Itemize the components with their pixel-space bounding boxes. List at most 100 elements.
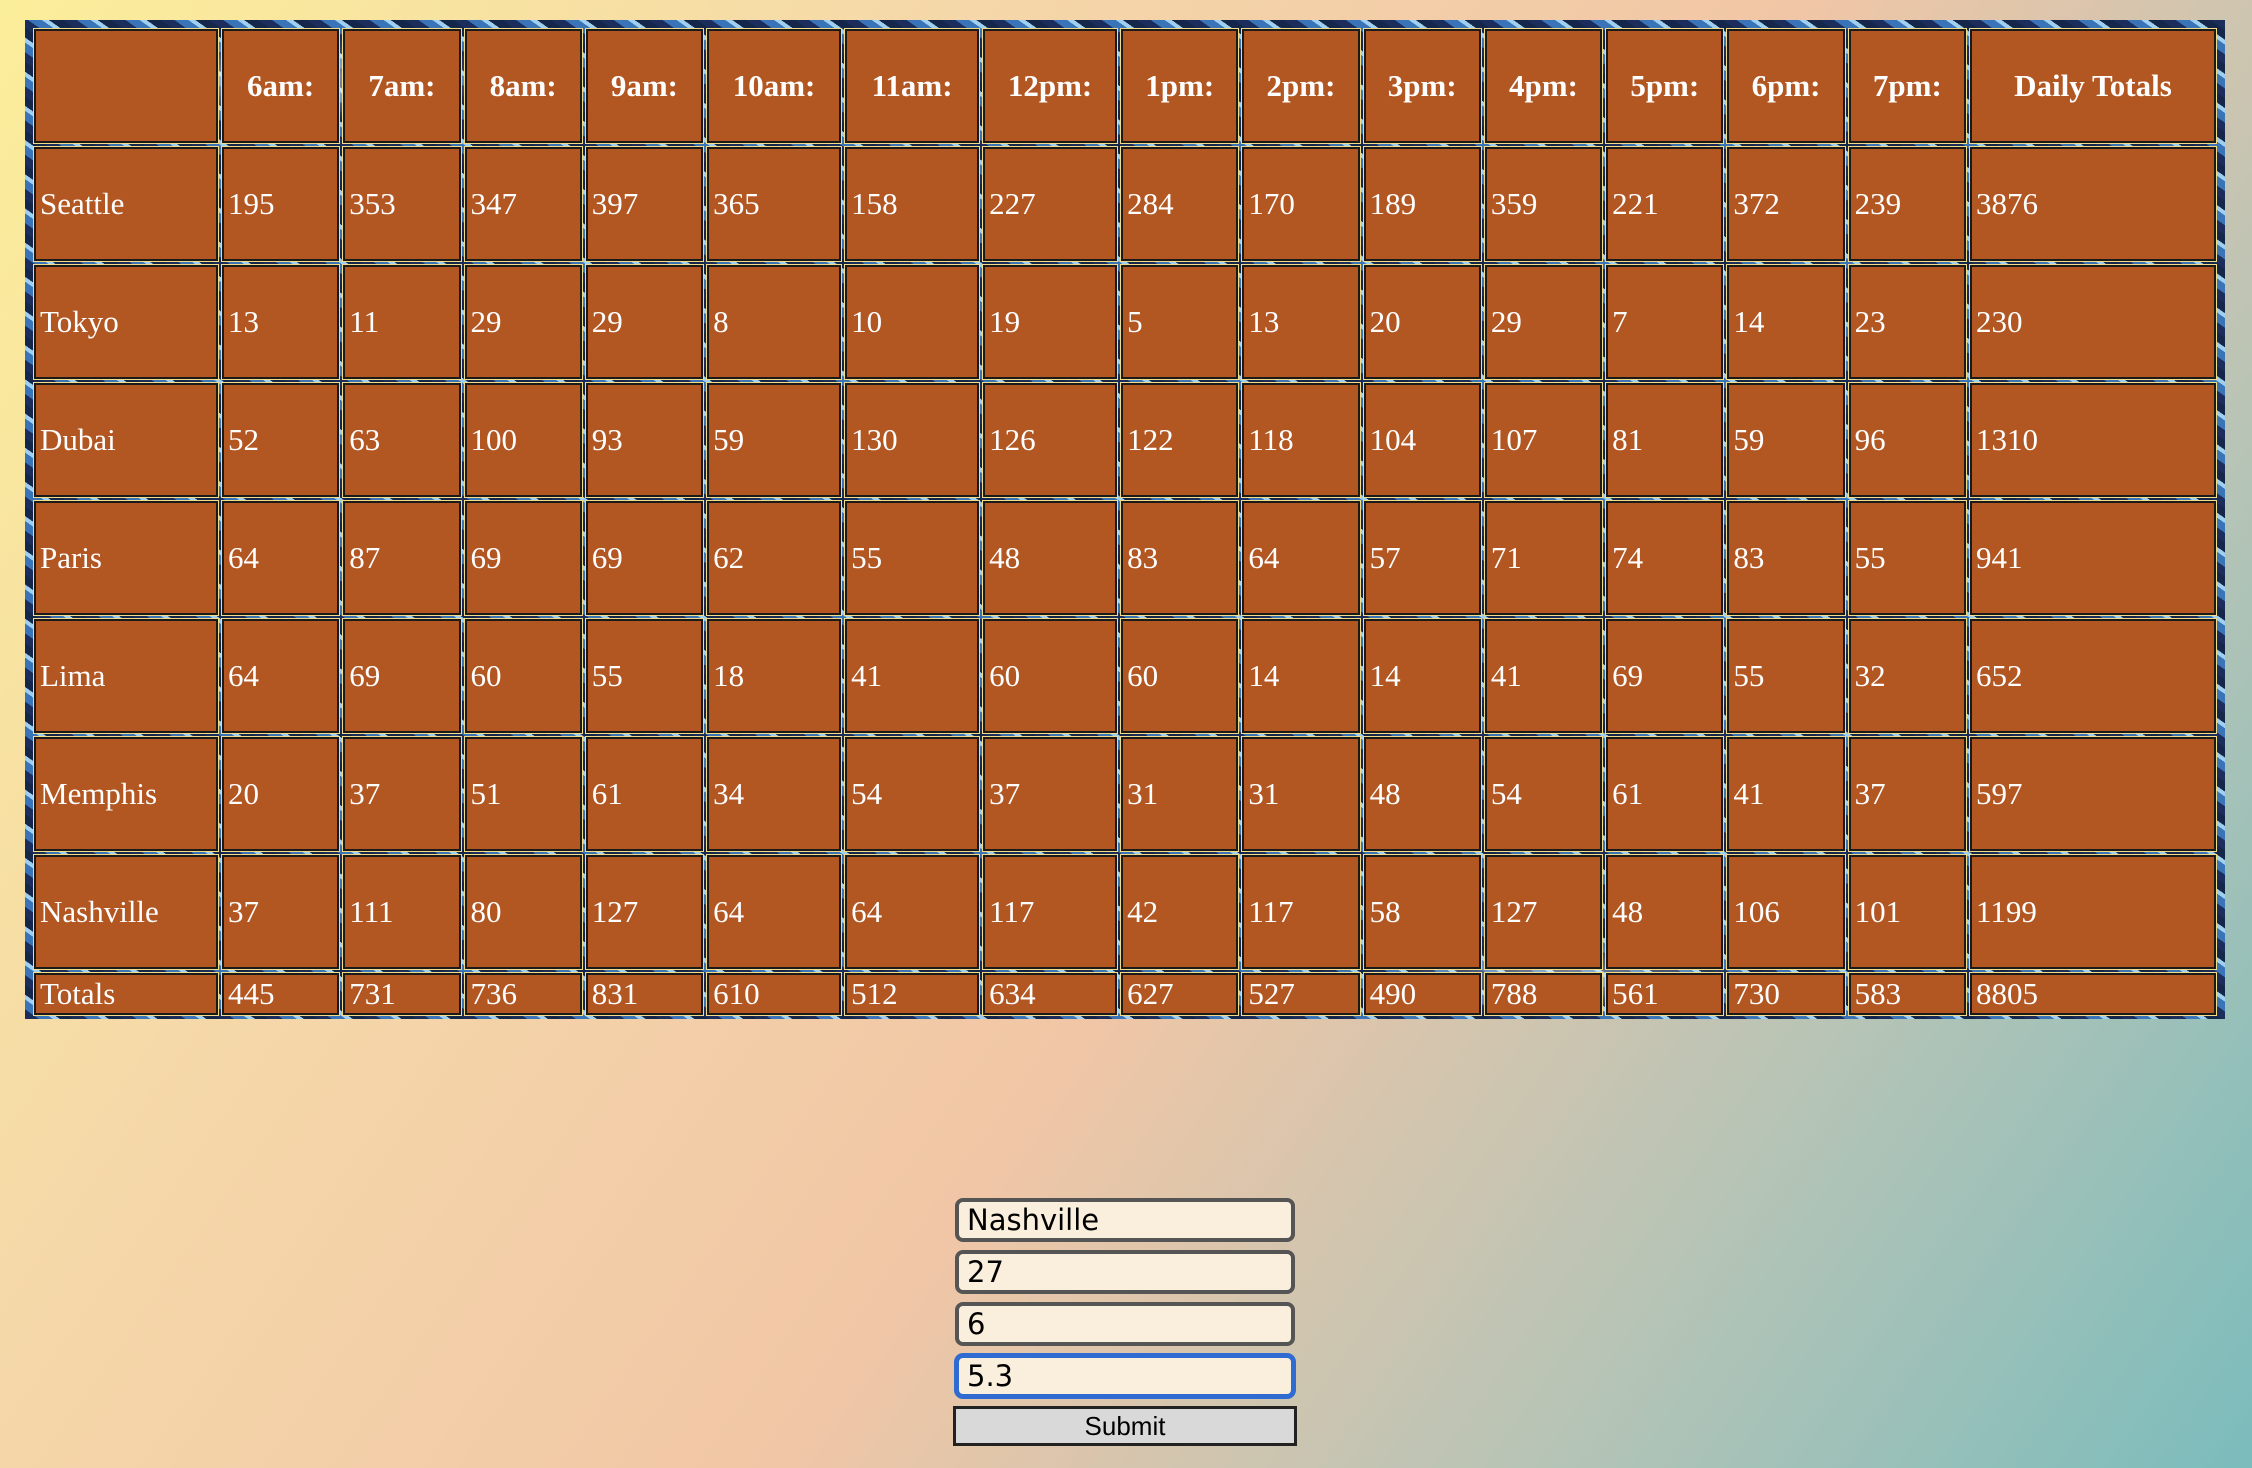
location-name-cell: Memphis	[33, 736, 219, 852]
daily-total-cell: 652	[1969, 618, 2217, 734]
hourly-sales-cell: 118	[1241, 382, 1361, 498]
hourly-sales-cell: 37	[342, 736, 462, 852]
hour-header: 8am:	[463, 28, 583, 144]
hourly-sales-cell: 29	[584, 264, 705, 380]
hour-header: 3pm:	[1362, 28, 1482, 144]
hourly-sales-cell: 122	[1120, 382, 1240, 498]
hourly-sales-cell: 83	[1726, 500, 1846, 616]
hour-header: 9am:	[584, 28, 705, 144]
hourly-sales-cell: 80	[463, 854, 583, 970]
hourly-sales-cell: 59	[1726, 382, 1846, 498]
hourly-total-cell: 445	[220, 972, 341, 1016]
hourly-sales-cell: 74	[1605, 500, 1725, 616]
hourly-sales-cell: 37	[220, 854, 341, 970]
hourly-sales-cell: 106	[1726, 854, 1846, 970]
hourly-sales-cell: 10	[844, 264, 981, 380]
hourly-sales-cell: 48	[1362, 736, 1482, 852]
hourly-sales-cell: 189	[1362, 146, 1482, 262]
hourly-sales-cell: 55	[844, 500, 981, 616]
hourly-sales-cell: 31	[1120, 736, 1240, 852]
hourly-sales-cell: 54	[844, 736, 981, 852]
daily-total-cell: 1199	[1969, 854, 2217, 970]
hourly-sales-cell: 31	[1241, 736, 1361, 852]
hour-header: 6pm:	[1726, 28, 1846, 144]
hourly-sales-cell: 37	[1847, 736, 1968, 852]
hourly-sales-cell: 61	[1605, 736, 1725, 852]
hourly-sales-cell: 60	[463, 618, 583, 734]
hourly-sales-cell: 23	[1847, 264, 1968, 380]
hourly-sales-cell: 107	[1483, 382, 1604, 498]
hourly-sales-cell: 93	[584, 382, 705, 498]
hourly-sales-cell: 63	[342, 382, 462, 498]
hourly-total-cell: 527	[1241, 972, 1361, 1016]
hourly-sales-cell: 13	[220, 264, 341, 380]
hourly-total-cell: 490	[1362, 972, 1482, 1016]
hourly-sales-cell: 29	[1483, 264, 1604, 380]
daily-total-cell: 597	[1969, 736, 2217, 852]
hourly-total-cell: 831	[584, 972, 705, 1016]
hour-header: 2pm:	[1241, 28, 1361, 144]
table-row: Tokyo 13 11 29 29 8 10 19 5 13 20 29 7 14 23 230	[33, 264, 2217, 380]
hourly-sales-cell: 239	[1847, 146, 1968, 262]
max-customers-input[interactable]	[955, 1302, 1295, 1346]
hourly-sales-cell: 58	[1362, 854, 1482, 970]
hour-header: 4pm:	[1483, 28, 1604, 144]
hourly-sales-cell: 13	[1241, 264, 1361, 380]
hourly-sales-cell: 83	[1120, 500, 1240, 616]
hourly-sales-cell: 104	[1362, 382, 1482, 498]
hourly-sales-cell: 111	[342, 854, 462, 970]
hourly-total-cell: 561	[1605, 972, 1725, 1016]
hourly-sales-cell: 158	[844, 146, 981, 262]
location-name-cell: Dubai	[33, 382, 219, 498]
hourly-sales-cell: 55	[1847, 500, 1968, 616]
hourly-sales-cell: 130	[844, 382, 981, 498]
table-row: Seattle 195 353 347 397 365 158 227 284 170 189 359…	[33, 146, 2217, 262]
location-name-cell: Paris	[33, 500, 219, 616]
hourly-total-cell: 730	[1726, 972, 1846, 1016]
hourly-sales-cell: 20	[1362, 264, 1482, 380]
hourly-sales-cell: 41	[844, 618, 981, 734]
hourly-sales-cell: 8	[706, 264, 843, 380]
min-customers-input[interactable]	[955, 1250, 1295, 1294]
hourly-sales-cell: 62	[706, 500, 843, 616]
hourly-sales-cell: 5	[1120, 264, 1240, 380]
hour-header: 5pm:	[1605, 28, 1725, 144]
hourly-sales-cell: 284	[1120, 146, 1240, 262]
hourly-sales-cell: 81	[1605, 382, 1725, 498]
location-input[interactable]	[955, 1198, 1295, 1242]
hourly-total-cell: 731	[342, 972, 462, 1016]
avg-sales-input[interactable]	[955, 1354, 1295, 1398]
daily-totals-header: Daily Totals	[1969, 28, 2217, 144]
daily-total-cell: 1310	[1969, 382, 2217, 498]
hourly-sales-cell: 55	[1726, 618, 1846, 734]
table-row: Paris 64 87 69 69 62 55 48 83 64 57 71 74 83 55 941	[33, 500, 2217, 616]
table-row: Nashville 37 111 80 127 64 64 117 42 117 58 127 48 10…	[33, 854, 2217, 970]
hourly-sales-cell: 48	[982, 500, 1119, 616]
hourly-sales-cell: 61	[584, 736, 705, 852]
hourly-sales-cell: 34	[706, 736, 843, 852]
hourly-sales-cell: 87	[342, 500, 462, 616]
hourly-sales-cell: 54	[1483, 736, 1604, 852]
hourly-total-cell: 610	[706, 972, 843, 1016]
hourly-sales-cell: 69	[463, 500, 583, 616]
hourly-sales-cell: 42	[1120, 854, 1240, 970]
hourly-sales-cell: 170	[1241, 146, 1361, 262]
submit-button[interactable]: Submit	[953, 1406, 1297, 1446]
hourly-sales-cell: 64	[1241, 500, 1361, 616]
hour-header: 6am:	[220, 28, 341, 144]
location-name-cell: Lima	[33, 618, 219, 734]
hourly-sales-cell: 18	[706, 618, 843, 734]
hourly-sales-cell: 29	[463, 264, 583, 380]
hourly-sales-cell: 14	[1726, 264, 1846, 380]
hourly-total-cell: 634	[982, 972, 1119, 1016]
hourly-sales-cell: 14	[1362, 618, 1482, 734]
hourly-sales-cell: 69	[584, 500, 705, 616]
daily-total-cell: 230	[1969, 264, 2217, 380]
hourly-sales-cell: 51	[463, 736, 583, 852]
hourly-sales-cell: 11	[342, 264, 462, 380]
hour-header: 12pm:	[982, 28, 1119, 144]
hourly-sales-cell: 71	[1483, 500, 1604, 616]
hour-header: 11am:	[844, 28, 981, 144]
hourly-sales-cell: 69	[342, 618, 462, 734]
hourly-total-cell: 627	[1120, 972, 1240, 1016]
